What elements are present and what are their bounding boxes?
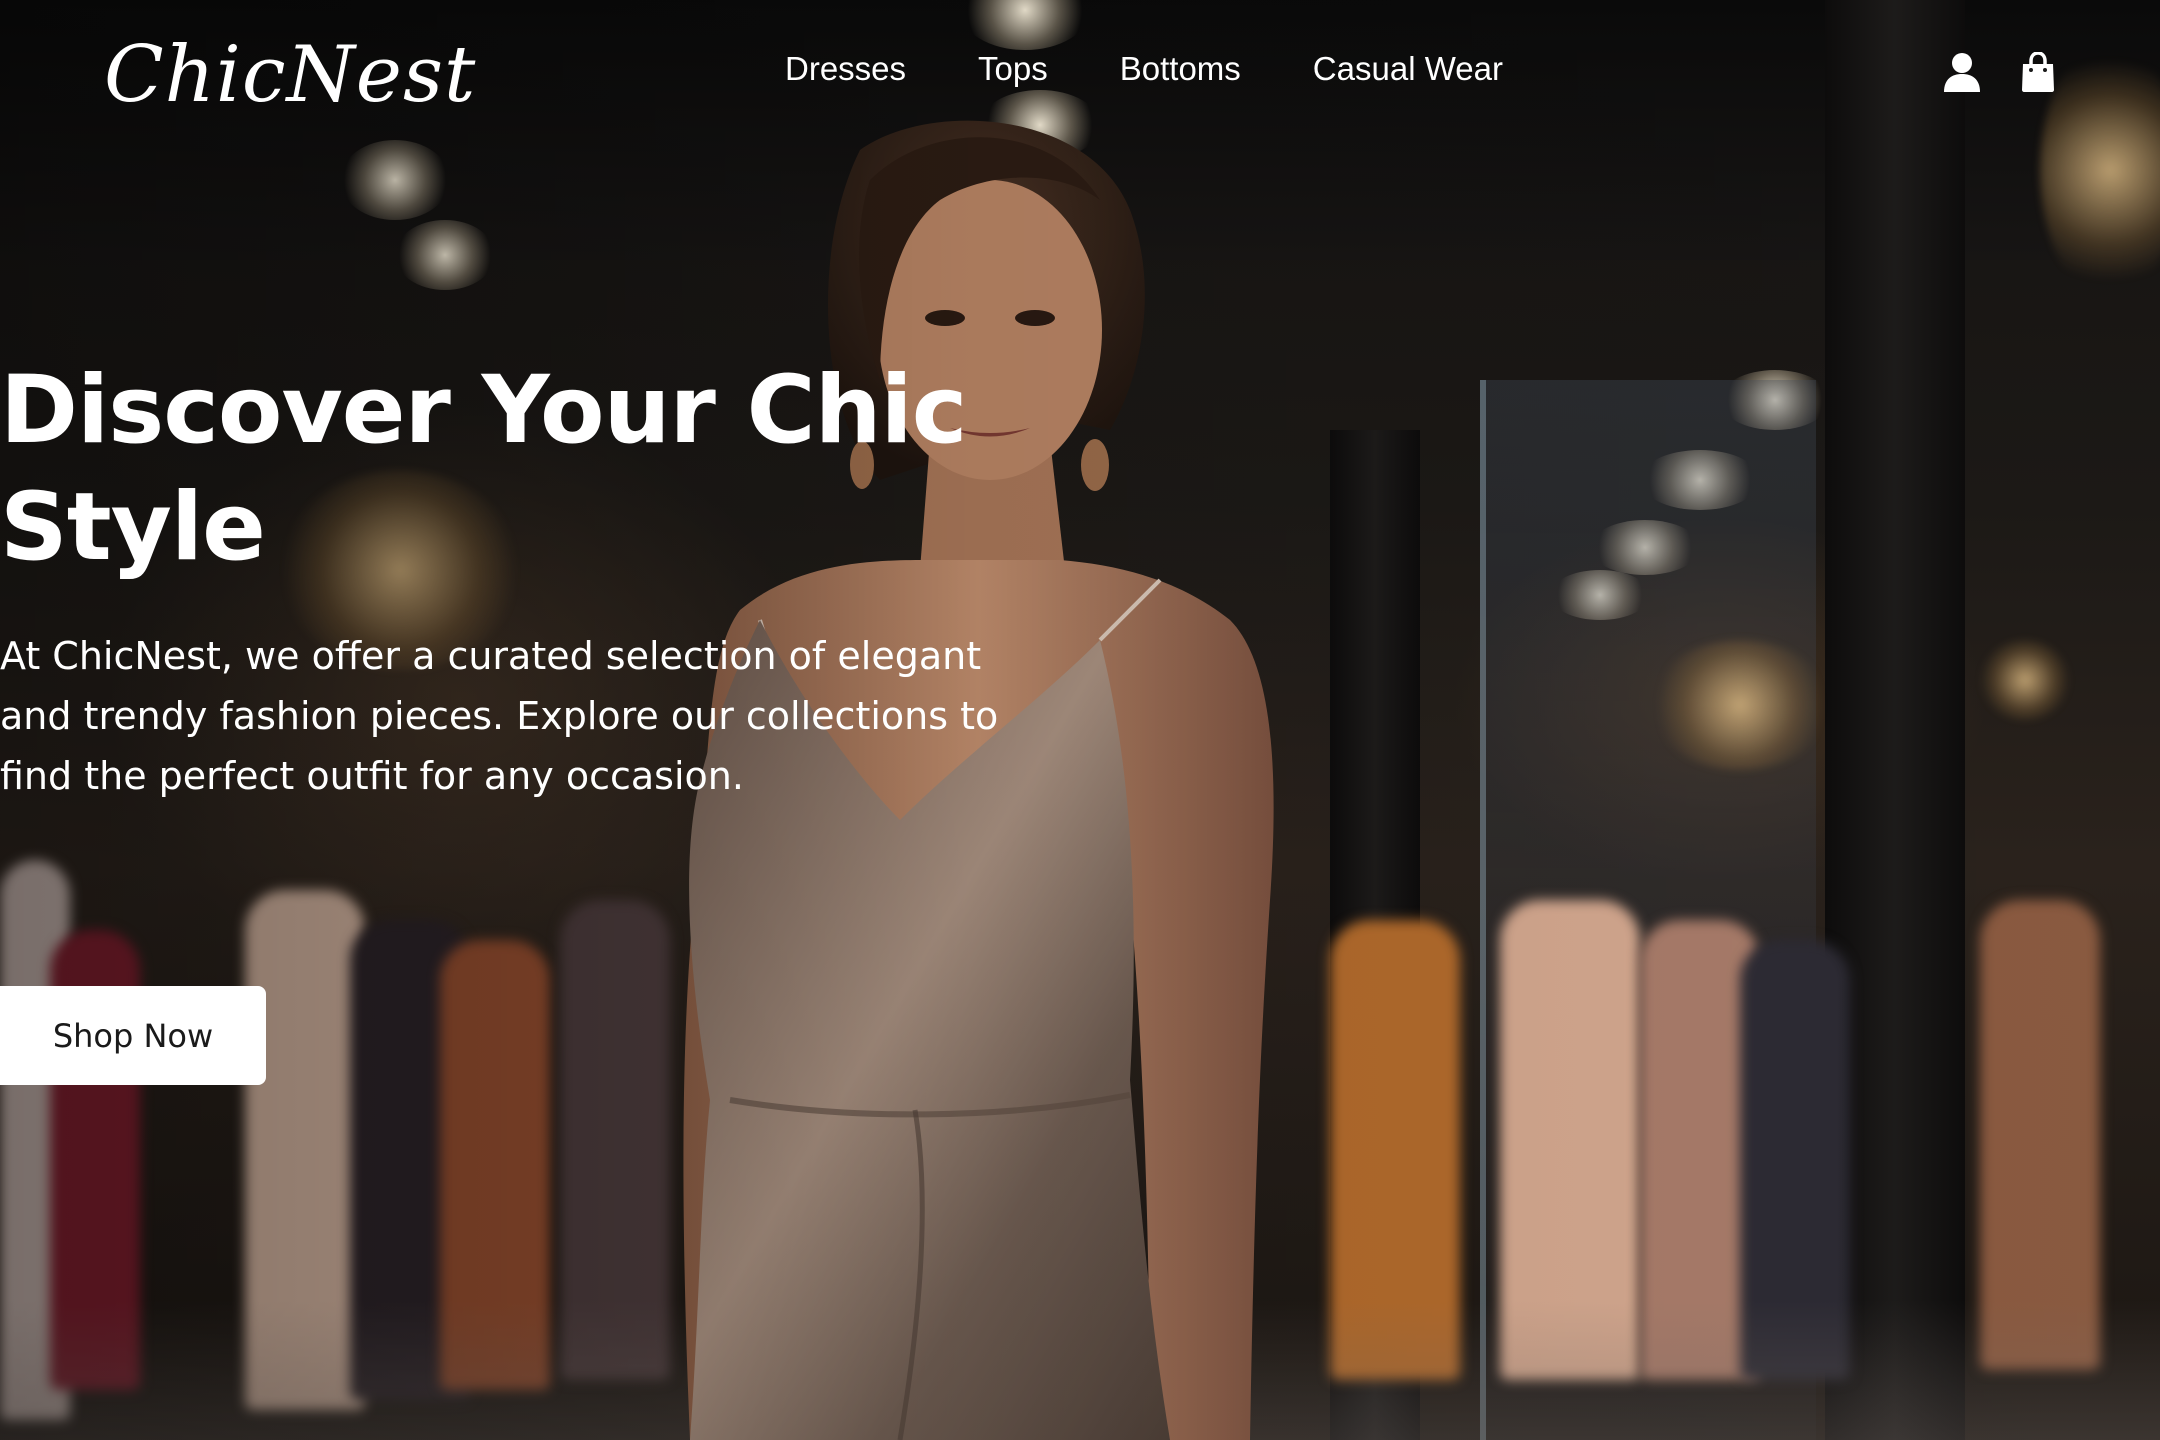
nav-link-tops[interactable]: Tops: [978, 50, 1048, 88]
nav-link-bottoms[interactable]: Bottoms: [1120, 50, 1241, 88]
hero-heading: Discover Your Chic Style: [0, 356, 967, 582]
header-actions: [1942, 50, 2058, 94]
nav-link-casual-wear[interactable]: Casual Wear: [1313, 50, 1503, 88]
nav-link-dresses[interactable]: Dresses: [785, 50, 906, 88]
shopping-bag-icon[interactable]: [2018, 50, 2058, 94]
main-nav: Dresses Tops Bottoms Casual Wear: [785, 50, 1503, 88]
hero-description: At ChicNest, we offer a curated selectio…: [0, 634, 999, 798]
brand-logo[interactable]: ChicNest: [104, 30, 476, 120]
user-icon[interactable]: [1942, 50, 1982, 94]
landing-page: ChicNest Dresses Tops Bottoms Casual Wea…: [0, 0, 2160, 1440]
shop-now-button[interactable]: Shop Now: [0, 986, 266, 1085]
